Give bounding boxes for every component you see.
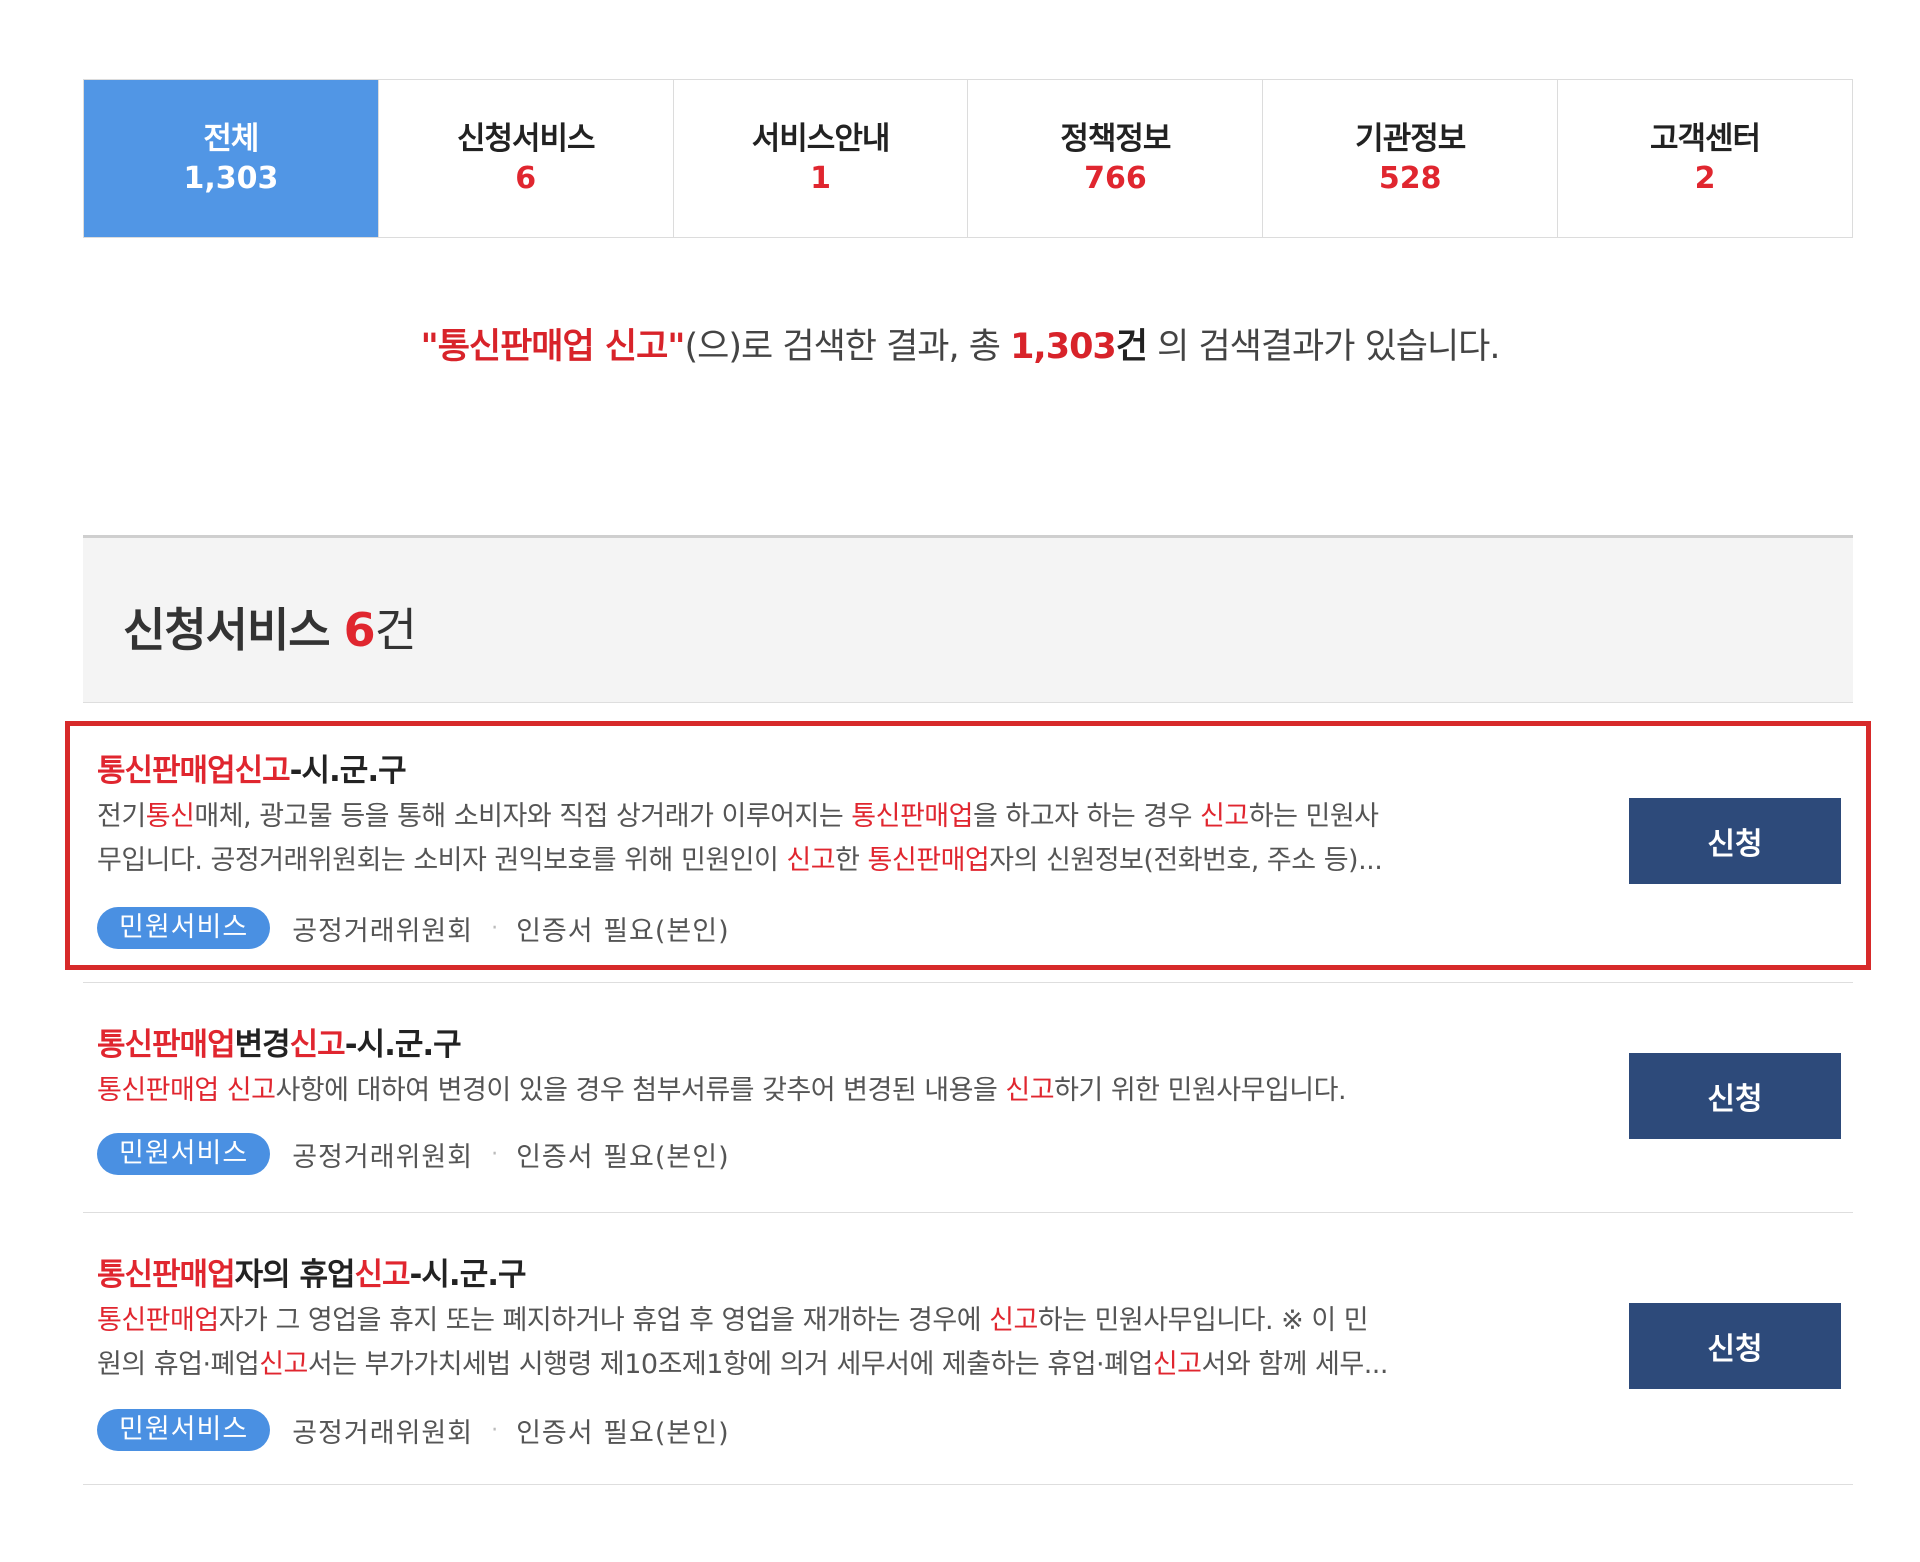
apply-button[interactable]: 신청 bbox=[1629, 1303, 1841, 1389]
keyword-highlight: 신고 bbox=[1152, 1349, 1202, 1380]
text-segment: -시.군.구 bbox=[289, 753, 407, 789]
meta-separator: · bbox=[491, 1141, 499, 1167]
section-count: 6 bbox=[343, 603, 376, 657]
certificate-requirement: 인증서 필요(본인) bbox=[516, 1141, 730, 1173]
keyword-highlight: 통신판매업 bbox=[97, 1305, 219, 1336]
text-segment: 자의 신원정보(전화번호, 주소 등)... bbox=[989, 845, 1383, 876]
keyword-highlight: 신고 bbox=[259, 1349, 308, 1380]
search-summary: "통신판매업 신고"(으)로 검색한 결과, 총 1,303건 의 검색결과가 … bbox=[0, 318, 1920, 369]
description-line: 통신판매업 신고사항에 대하여 변경이 있을 경우 첨부서류를 갖추어 변경된 … bbox=[97, 1069, 1617, 1113]
tab-label: 전체 bbox=[203, 120, 259, 157]
description-line: 원의 휴업·폐업신고서는 부가가치세법 시행령 제10조제1항에 의거 세무서에… bbox=[97, 1343, 1617, 1387]
keyword-highlight: 통신판매업 신고 bbox=[97, 1075, 276, 1106]
text-segment: -시.군.구 bbox=[344, 1027, 462, 1063]
tab-count: 6 bbox=[515, 160, 537, 196]
description-line: 통신판매업자가 그 영업을 휴지 또는 폐지하거나 휴업 후 영업을 재개하는 … bbox=[97, 1299, 1617, 1343]
total-count: 1,303 bbox=[1010, 327, 1117, 367]
keyword-highlight: 신고 bbox=[354, 1257, 410, 1293]
keyword-highlight: 신고 bbox=[289, 1027, 346, 1063]
text-segment: 전기 bbox=[97, 801, 146, 832]
section-title-label: 신청서비스 bbox=[123, 603, 331, 657]
tab-label: 기관정보 bbox=[1355, 120, 1466, 157]
keyword-highlight: 신고 bbox=[786, 845, 836, 876]
text-segment: 하는 민원사무입니다. ※ 이 민 bbox=[1037, 1305, 1369, 1336]
keyword-highlight: 통신판매업신고 bbox=[97, 753, 291, 789]
description-line: 무입니다. 공정거래위원회는 소비자 권익보호를 위해 민원인이 신고한 통신판… bbox=[97, 839, 1617, 883]
tab-agency-info[interactable]: 기관정보 528 bbox=[1262, 80, 1557, 237]
tab-all[interactable]: 전체 1,303 bbox=[84, 80, 378, 237]
meta-separator: · bbox=[491, 1417, 499, 1443]
keyword-highlight: 통신판매업 bbox=[97, 1257, 236, 1293]
tab-label: 정책정보 bbox=[1060, 120, 1171, 157]
agency-name: 공정거래위원회 bbox=[292, 1417, 474, 1449]
result-meta: 민원서비스 공정거래위원회 · 인증서 필요(본인) bbox=[97, 907, 730, 949]
tab-policy-info[interactable]: 정책정보 766 bbox=[967, 80, 1262, 237]
keyword-highlight: 신고 bbox=[1005, 1075, 1055, 1106]
agency-name: 공정거래위원회 bbox=[292, 1141, 474, 1173]
section-header: 신청서비스 6건 bbox=[83, 535, 1853, 703]
tab-label: 고객센터 bbox=[1650, 120, 1761, 157]
tab-count: 766 bbox=[1084, 160, 1147, 196]
summary-text: (으)로 검색한 결과, 총 bbox=[684, 327, 1011, 367]
section-count-unit: 건 bbox=[374, 603, 417, 657]
keyword-highlight: 신고 bbox=[1200, 801, 1249, 832]
keyword-highlight: 통신 bbox=[145, 801, 195, 832]
category-tabs: 전체 1,303 신청서비스 6 서비스안내 1 정책정보 766 기관정보 5… bbox=[83, 79, 1853, 238]
meta-separator: · bbox=[491, 915, 499, 941]
result-item: 통신판매업변경신고-시.군.구 통신판매업 신고사항에 대하여 변경이 있을 경… bbox=[83, 983, 1853, 1213]
text-segment: 한 bbox=[835, 845, 868, 876]
tab-count: 2 bbox=[1694, 160, 1716, 196]
text-segment: 자가 그 영업을 휴지 또는 폐지하거나 휴업 후 영업을 재개하는 경우에 bbox=[218, 1305, 990, 1336]
result-meta: 민원서비스 공정거래위원회 · 인증서 필요(본인) bbox=[97, 1409, 730, 1451]
service-type-badge: 민원서비스 bbox=[97, 1133, 271, 1175]
result-title[interactable]: 통신판매업변경신고-시.군.구 bbox=[97, 1019, 462, 1064]
certificate-requirement: 인증서 필요(본인) bbox=[516, 1417, 730, 1449]
agency-name: 공정거래위원회 bbox=[292, 915, 474, 947]
text-segment: 서와 함께 세무... bbox=[1201, 1349, 1389, 1380]
text-segment: 서는 부가가치세법 시행령 제10조제1항에 의거 세무서에 제출하는 휴업·폐… bbox=[307, 1349, 1153, 1380]
service-type-badge: 민원서비스 bbox=[97, 907, 271, 949]
tab-count: 1 bbox=[810, 160, 831, 196]
tab-label: 신청서비스 bbox=[456, 120, 596, 157]
result-description: 통신판매업자가 그 영업을 휴지 또는 폐지하거나 휴업 후 영업을 재개하는 … bbox=[97, 1299, 1617, 1387]
text-segment: 사항에 대하여 변경이 있을 경우 첨부서류를 갖추어 변경된 내용을 bbox=[275, 1075, 1006, 1106]
apply-button[interactable]: 신청 bbox=[1629, 1053, 1841, 1139]
apply-button[interactable]: 신청 bbox=[1629, 798, 1841, 884]
text-segment: 자의 휴업 bbox=[234, 1257, 356, 1293]
text-segment: 을 하고자 하는 경우 bbox=[972, 801, 1201, 832]
result-title[interactable]: 통신판매업자의 휴업신고-시.군.구 bbox=[97, 1249, 527, 1294]
description-line: 전기통신매체, 광고물 등을 통해 소비자와 직접 상거래가 이루어지는 통신판… bbox=[97, 795, 1617, 839]
tab-customer-center[interactable]: 고객센터 2 bbox=[1557, 80, 1852, 237]
text-segment: 매체, 광고물 등을 통해 소비자와 직접 상거래가 이루어지는 bbox=[194, 801, 852, 832]
result-item: 통신판매업신고-시.군.구 전기통신매체, 광고물 등을 통해 소비자와 직접 … bbox=[65, 721, 1871, 983]
section-title: 신청서비스 6건 bbox=[123, 594, 417, 660]
certificate-requirement: 인증서 필요(본인) bbox=[516, 915, 730, 947]
result-meta: 민원서비스 공정거래위원회 · 인증서 필요(본인) bbox=[97, 1133, 730, 1175]
tab-service-guide[interactable]: 서비스안내 1 bbox=[672, 80, 968, 237]
service-type-badge: 민원서비스 bbox=[97, 1409, 271, 1451]
result-title[interactable]: 통신판매업신고-시.군.구 bbox=[97, 745, 407, 790]
result-item: 통신판매업자의 휴업신고-시.군.구 통신판매업자가 그 영업을 휴지 또는 폐… bbox=[83, 1213, 1853, 1485]
total-count-unit: 건 bbox=[1115, 327, 1148, 367]
text-segment: 하기 위한 민원사무입니다. bbox=[1054, 1075, 1347, 1106]
tab-application-services[interactable]: 신청서비스 6 bbox=[377, 80, 673, 237]
keyword-highlight: 통신판매업 bbox=[867, 845, 990, 876]
tab-count: 1,303 bbox=[183, 160, 279, 196]
text-segment: 하는 민원사 bbox=[1248, 801, 1379, 832]
tab-label: 서비스안내 bbox=[751, 120, 891, 157]
result-description: 전기통신매체, 광고물 등을 통해 소비자와 직접 상거래가 이루어지는 통신판… bbox=[97, 795, 1617, 883]
tab-count: 528 bbox=[1378, 160, 1442, 196]
text-segment: 원의 휴업·폐업 bbox=[97, 1349, 260, 1380]
keyword-highlight: 신고 bbox=[989, 1305, 1038, 1336]
keyword-highlight: 통신판매업 bbox=[97, 1027, 236, 1063]
text-segment: 무입니다. 공정거래위원회는 소비자 권익보호를 위해 민원인이 bbox=[97, 845, 787, 876]
keyword-highlight: 통신판매업 bbox=[851, 801, 973, 832]
summary-text-tail: 의 검색결과가 있습니다. bbox=[1147, 327, 1500, 367]
text-segment: -시.군.구 bbox=[409, 1257, 527, 1293]
search-keyword: "통신판매업 신고" bbox=[420, 327, 685, 367]
result-description: 통신판매업 신고사항에 대하여 변경이 있을 경우 첨부서류를 갖추어 변경된 … bbox=[97, 1069, 1617, 1113]
search-results-page: 전체 1,303 신청서비스 6 서비스안내 1 정책정보 766 기관정보 5… bbox=[0, 0, 1920, 1562]
text-segment: 변경 bbox=[234, 1027, 291, 1063]
